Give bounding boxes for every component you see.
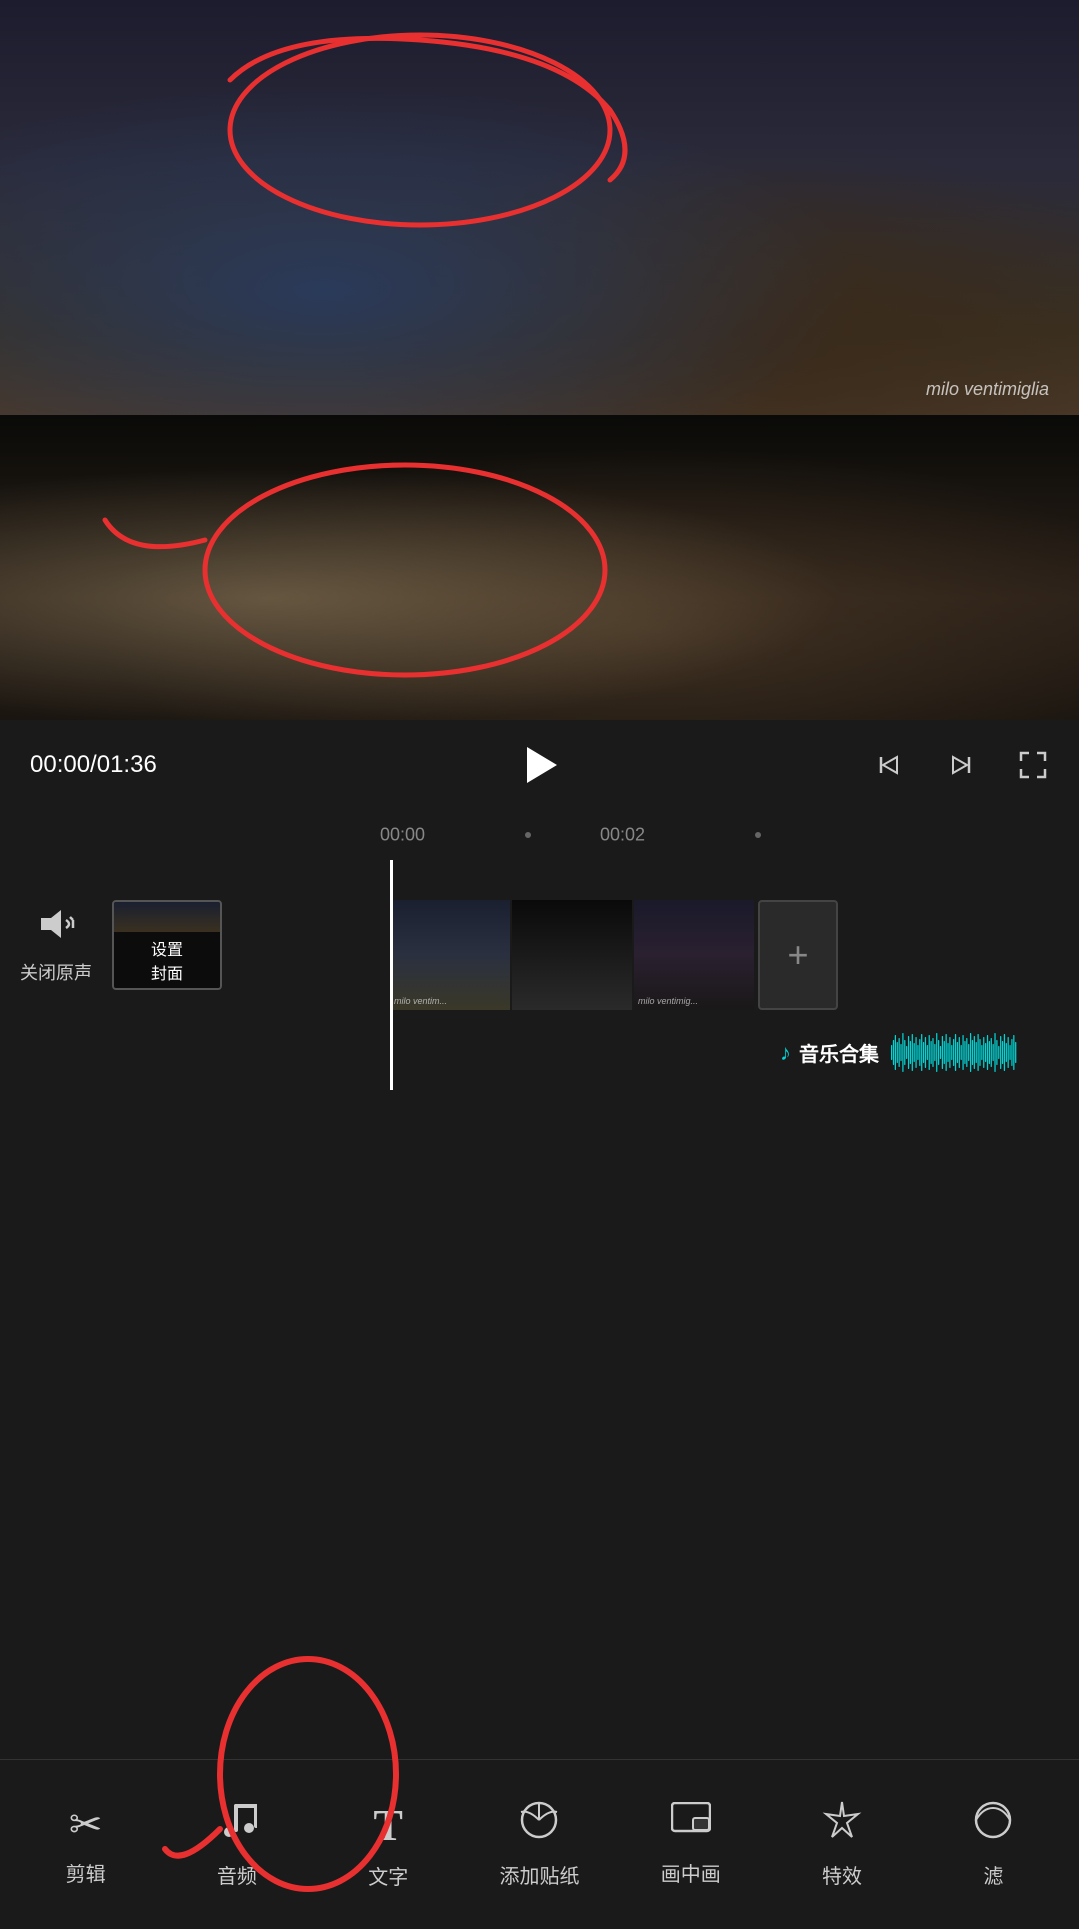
music-note-icon: ♪ <box>780 1040 791 1066</box>
add-clip-button[interactable]: + <box>758 900 838 1010</box>
filter-label: 滤 <box>983 1860 1003 1889</box>
fullscreen-button[interactable] <box>1017 749 1049 781</box>
spacer <box>0 1090 1079 1210</box>
mute-label: 关闭原声 <box>20 959 92 985</box>
toolbar-item-audio[interactable]: 音频 <box>187 1800 287 1889</box>
video-watermark-top: milo ventimiglia <box>926 379 1049 400</box>
cover-button[interactable]: 设置封面 <box>112 900 222 990</box>
video-frame-bottom <box>0 415 1079 720</box>
toolbar-item-filter[interactable]: 滤 <box>943 1800 1043 1889</box>
text-label: 文字 <box>368 1861 408 1890</box>
toolbar-item-text[interactable]: T 文字 <box>338 1800 438 1890</box>
audio-track-row: ♪ 音乐合集 <box>780 1025 1079 1080</box>
timeline-tracks: milo ventim... milo ventimig... + ♪ 音乐合集 <box>390 900 1079 1090</box>
timeline-ruler: 00:00 00:02 <box>0 810 1079 860</box>
toolbar-item-sticker[interactable]: 添加贴纸 <box>489 1800 589 1889</box>
video-frame-top: milo ventimiglia <box>0 0 1079 415</box>
effects-icon <box>822 1800 862 1850</box>
pip-icon <box>671 1802 711 1848</box>
mute-button[interactable]: 关闭原声 <box>20 906 92 985</box>
toolbar-item-effects[interactable]: 特效 <box>792 1800 892 1889</box>
forward-button[interactable] <box>945 749 977 781</box>
filter-icon <box>973 1800 1013 1850</box>
plus-icon: + <box>787 934 808 976</box>
effects-label: 特效 <box>822 1860 862 1889</box>
video-preview-area: milo ventimiglia <box>0 0 1079 720</box>
thumb-3: milo ventimig... <box>634 900 754 1010</box>
play-button[interactable] <box>527 747 557 783</box>
ruler-mark-1: 00:00 <box>380 825 425 846</box>
music-label: 音乐合集 <box>799 1038 879 1067</box>
timeline-left-panel: 关闭原声 设置封面 <box>0 900 390 1090</box>
bottom-toolbar: ✂ 剪辑 音频 T 文字 添加贴纸 <box>0 1759 1079 1929</box>
thumb-1: milo ventim... <box>390 900 510 1010</box>
cover-label: 设置封面 <box>114 932 220 988</box>
cut-label: 剪辑 <box>66 1858 106 1887</box>
sticker-icon <box>519 1800 559 1850</box>
thumb-2 <box>512 900 632 1010</box>
toolbar-item-cut[interactable]: ✂ 剪辑 <box>36 1802 136 1887</box>
mute-icon <box>36 906 76 951</box>
waveform <box>891 1030 1079 1075</box>
pip-label: 画中画 <box>661 1858 721 1887</box>
sticker-label: 添加贴纸 <box>499 1860 579 1889</box>
cut-icon: ✂ <box>69 1802 103 1848</box>
audio-label: 音频 <box>217 1860 257 1889</box>
toolbar-item-pip[interactable]: 画中画 <box>641 1802 741 1887</box>
playhead <box>390 860 393 1090</box>
audio-icon <box>217 1800 257 1850</box>
time-display: 00:00/01:36 <box>30 751 210 779</box>
ruler-dot-2 <box>755 832 761 838</box>
video-strip: milo ventim... milo ventimig... + <box>390 900 838 1010</box>
controls-bar: 00:00/01:36 <box>0 720 1079 810</box>
timeline-area: 关闭原声 设置封面 milo ventim... milo ventimig..… <box>0 860 1079 1090</box>
rewind-button[interactable] <box>873 749 905 781</box>
text-icon: T <box>374 1800 403 1851</box>
ruler-dot-1 <box>525 832 531 838</box>
ruler-mark-2: 00:02 <box>600 825 645 846</box>
